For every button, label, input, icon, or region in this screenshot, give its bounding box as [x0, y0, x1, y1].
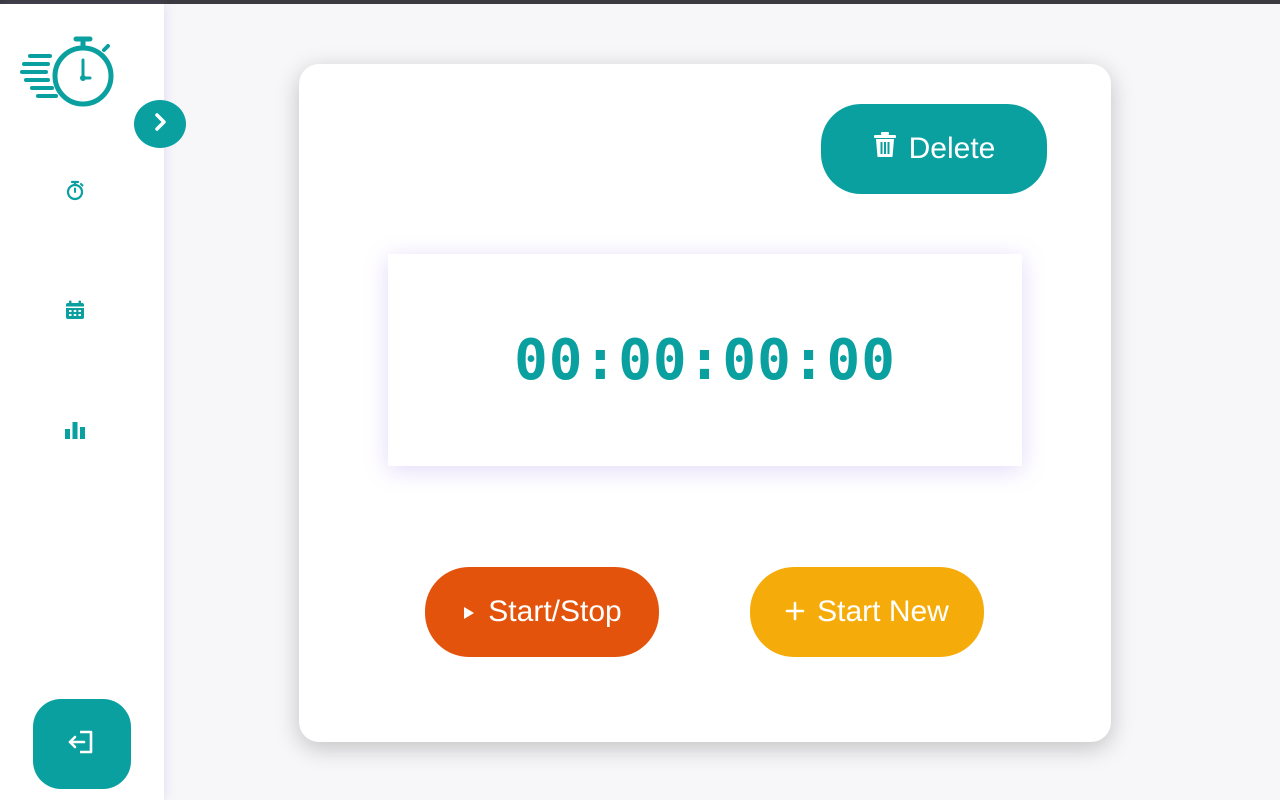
sidebar: [0, 4, 186, 800]
stopwatch-card: Delete 00:00:00:00 Start/Stop Start New: [299, 64, 1111, 742]
sidebar-item-timer[interactable]: [54, 171, 96, 213]
logout-button[interactable]: [33, 699, 131, 789]
start-new-button[interactable]: Start New: [750, 567, 984, 657]
delete-button-label: Delete: [908, 132, 996, 165]
start-stop-button[interactable]: Start/Stop: [425, 567, 659, 657]
sidebar-item-calendar[interactable]: [54, 291, 96, 333]
sidebar-expand-button[interactable]: [134, 100, 186, 148]
play-icon: [462, 595, 476, 629]
timer-value: 00:00:00:00: [514, 327, 896, 393]
stopwatch-icon: [64, 179, 86, 206]
trash-icon: [873, 131, 897, 167]
calendar-icon: [64, 299, 86, 326]
start-stop-button-label: Start/Stop: [488, 595, 622, 628]
plus-icon: [785, 595, 805, 629]
chevron-right-icon: [149, 111, 171, 138]
delete-button[interactable]: Delete: [821, 104, 1047, 194]
window-top-edge: [0, 0, 1280, 4]
bar-chart-icon: [63, 419, 87, 446]
timer-display: 00:00:00:00: [388, 254, 1022, 466]
stopwatch-logo-icon: [20, 34, 116, 112]
logout-icon: [67, 727, 97, 762]
start-new-button-label: Start New: [817, 595, 949, 628]
sidebar-item-stats[interactable]: [54, 411, 96, 453]
